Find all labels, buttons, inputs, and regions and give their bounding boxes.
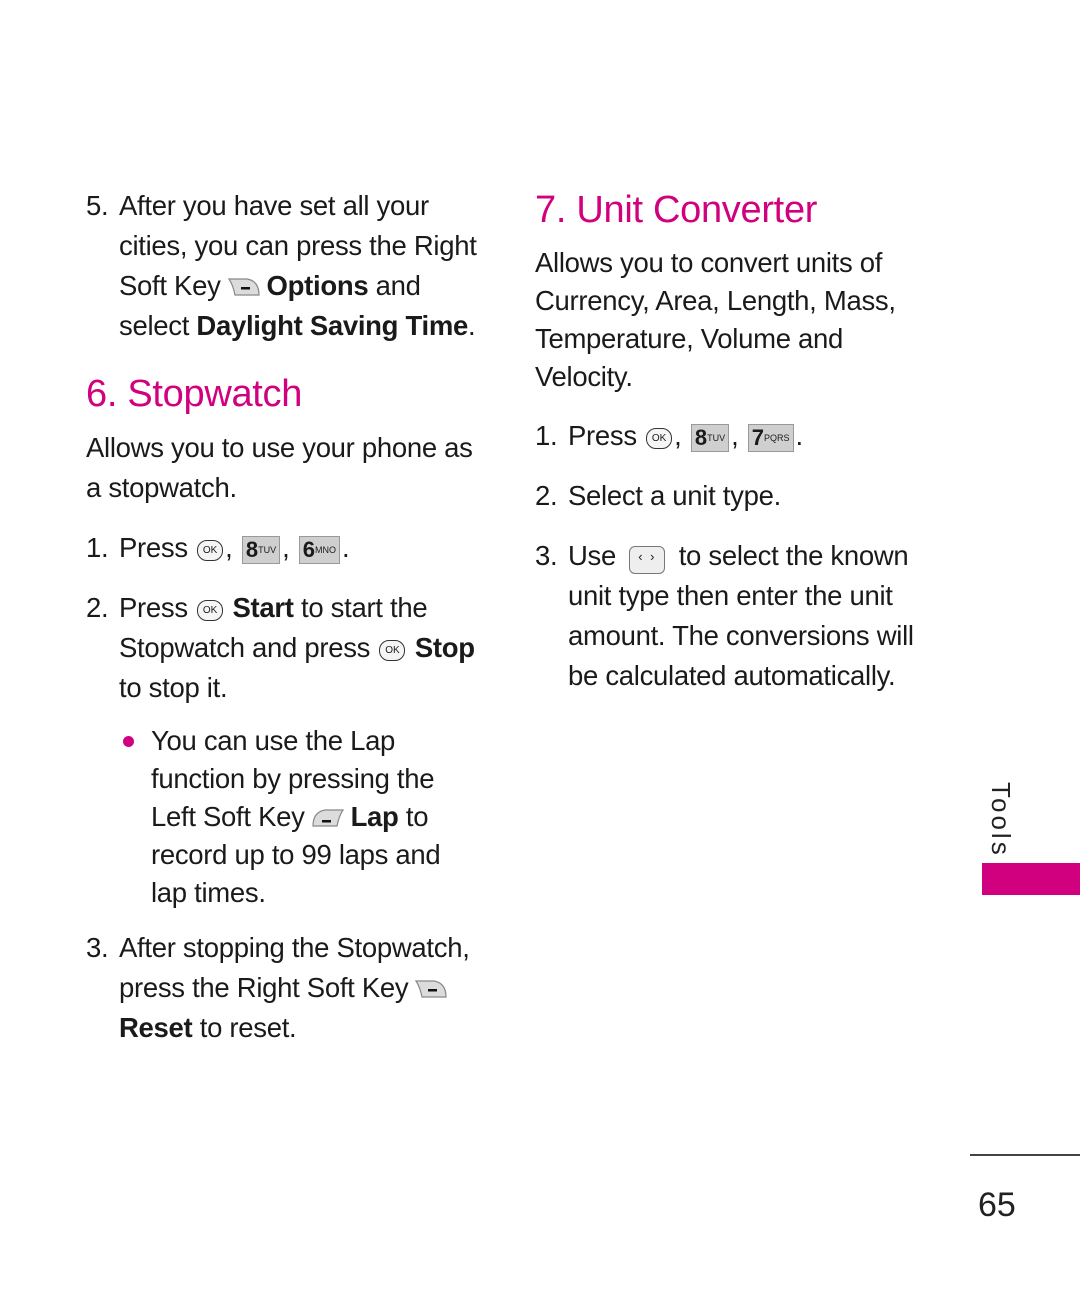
intro-line: a stopwatch.: [86, 472, 237, 503]
step-text: .: [468, 310, 476, 341]
step-text: select: [119, 310, 190, 341]
step-text: Soft Key: [119, 270, 221, 301]
intro-line: Temperature, Volume and: [535, 323, 844, 354]
step-text: to stop it.: [119, 672, 228, 703]
key-letters: TUV: [707, 433, 726, 443]
intro-line: Currency, Area, Length, Mass,: [535, 285, 896, 316]
key-digit: 8: [694, 425, 708, 450]
tip-text: record up to 99 laps and: [151, 839, 441, 870]
step-text: Select a unit type.: [568, 480, 781, 511]
step-text: Press: [568, 420, 637, 451]
step-text: be calculated automatically.: [568, 660, 896, 691]
tip-text: lap times.: [151, 877, 266, 908]
key-6-icon: 6MNO: [298, 536, 341, 564]
key-digit: 6: [302, 537, 316, 562]
step-number: 2.: [535, 480, 558, 511]
step-2: 2. Select a unit type.: [535, 476, 925, 516]
step-3: 3. Use ‹ › to select the known unit type…: [535, 536, 925, 696]
step-5: 5. After you have set all your cities, y…: [86, 186, 486, 346]
key-letters: TUV: [258, 545, 277, 555]
step-text: and: [375, 270, 421, 301]
intro-line: Velocity.: [535, 361, 633, 392]
step-2: 2. Press OK Start to start the Stopwatch…: [86, 588, 486, 708]
reset-label: Reset: [119, 1012, 193, 1043]
step-text: cities, you can press the Right: [119, 230, 477, 261]
step-text: press the Right Soft Key: [119, 972, 409, 1003]
key-digit: 7: [751, 425, 765, 450]
section-heading-stopwatch: 6. Stopwatch: [86, 373, 303, 415]
section-heading-unit-converter: 7. Unit Converter: [535, 189, 818, 231]
start-label: Start: [232, 592, 294, 623]
step-text: unit type then enter the unit: [568, 580, 893, 611]
tip-text: You can use the Lap: [151, 725, 396, 756]
step-1: 1. Press OK, 8TUV, 7PQRS.: [535, 416, 925, 456]
intro-line: Allows you to convert units of: [535, 247, 883, 278]
step-text: amount. The conversions will: [568, 620, 914, 651]
right-column: 7. Unit Converter Allows you to convert …: [535, 186, 925, 696]
step-number: 3.: [535, 540, 558, 571]
tip-text: function by pressing the: [151, 763, 435, 794]
key-7-icon: 7PQRS: [747, 424, 794, 452]
daylight-saving-label: Daylight Saving Time: [196, 310, 469, 341]
intro-line: Allows you to use your phone as: [86, 432, 473, 463]
bullet-icon: [119, 722, 151, 912]
step-text: After stopping the Stopwatch,: [119, 932, 470, 963]
ok-key-icon: OK: [646, 428, 673, 449]
step-number: 1.: [86, 532, 109, 563]
step-text: Press: [119, 592, 188, 623]
ok-key-icon: OK: [197, 600, 224, 621]
tools-label: Tools: [986, 782, 1016, 858]
key-digit: 8: [245, 537, 259, 562]
step-number: 2.: [86, 592, 109, 623]
lap-label: Lap: [350, 801, 399, 832]
tip-text: Left Soft Key: [151, 801, 305, 832]
step-text: Press: [119, 532, 188, 563]
step-number: 1.: [535, 420, 558, 451]
step-text: Stopwatch and press: [119, 632, 371, 663]
key-letters: MNO: [315, 545, 337, 555]
left-soft-key-icon: [311, 808, 345, 828]
ok-key-icon: OK: [197, 540, 224, 561]
lap-tip: You can use the Lap function by pressing…: [119, 722, 486, 912]
right-soft-key-icon: [414, 979, 448, 999]
step-text: to start the: [300, 592, 428, 623]
section-tab-marker: [982, 863, 1080, 895]
step-1: 1. Press OK, 8TUV, 6MNO.: [86, 528, 486, 568]
section-tab-label: Tools: [984, 782, 1024, 862]
options-label: Options: [266, 270, 369, 301]
page-number: 65: [978, 1186, 1016, 1224]
step-3: 3. After stopping the Stopwatch, press t…: [86, 928, 486, 1048]
key-letters: PQRS: [764, 433, 790, 443]
step-text: Use: [568, 540, 617, 571]
tip-text: to: [405, 801, 429, 832]
unit-converter-intro: Allows you to convert units of Currency,…: [535, 244, 925, 396]
footer-rule: [970, 1154, 1080, 1156]
left-column: 5. After you have set all your cities, y…: [86, 186, 486, 1048]
step-text: to select the known: [678, 540, 909, 571]
right-soft-key-icon: [227, 277, 261, 297]
key-8-icon: 8TUV: [690, 424, 730, 452]
step-text: After you have set all your: [119, 190, 429, 221]
navigation-key-icon: ‹ ›: [629, 546, 666, 574]
step-number: 5.: [86, 190, 109, 221]
stop-label: Stop: [414, 632, 475, 663]
key-8-icon: 8TUV: [241, 536, 281, 564]
step-text: to reset.: [199, 1012, 297, 1043]
step-number: 3.: [86, 932, 109, 963]
ok-key-icon: OK: [379, 640, 406, 661]
stopwatch-intro: Allows you to use your phone as a stopwa…: [86, 428, 486, 508]
